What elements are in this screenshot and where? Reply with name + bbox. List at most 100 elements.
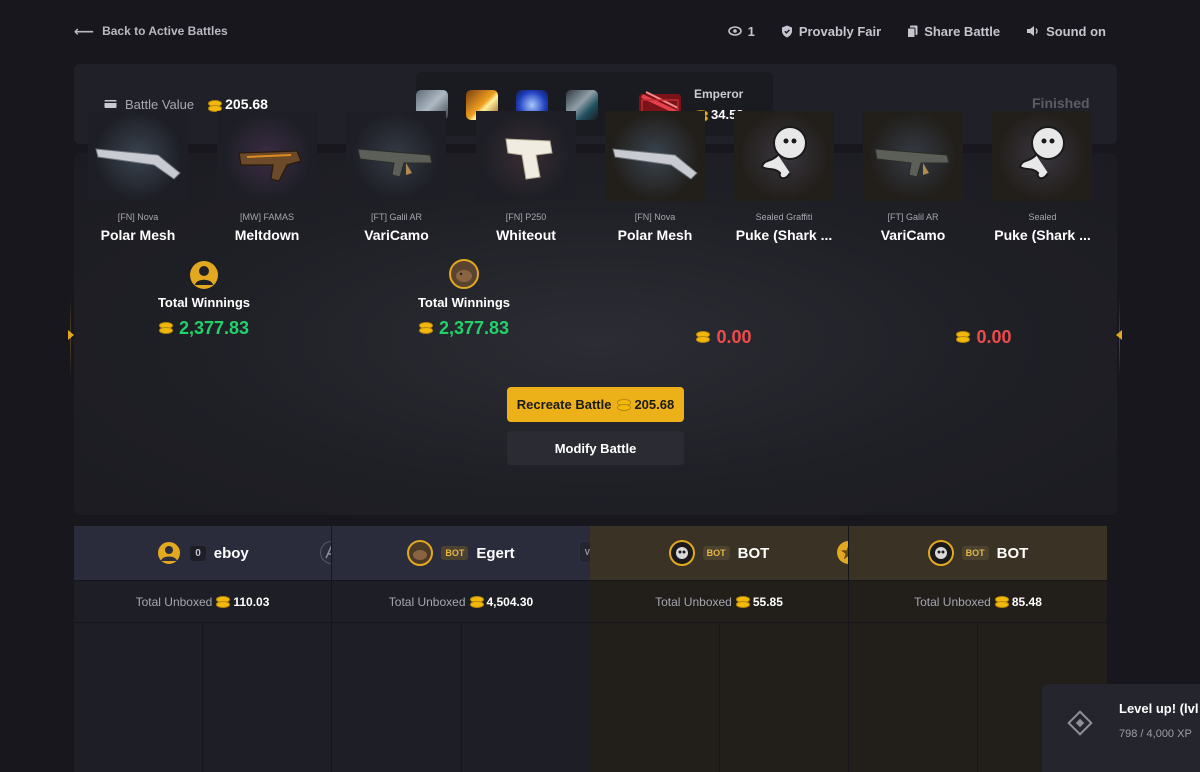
item-name: VariCamo <box>364 227 429 243</box>
graffiti-image <box>992 111 1092 201</box>
item-type: [FN] P250 <box>505 212 547 222</box>
modify-battle-button[interactable]: Modify Battle <box>507 431 684 465</box>
column-separator <box>977 623 978 772</box>
toast-title: Level up! (lvl <box>1119 701 1199 716</box>
row-separator <box>74 622 1107 623</box>
item-type: [FN] Nova <box>117 212 159 222</box>
capybara-avatar <box>407 540 434 566</box>
coin-icon <box>158 321 174 336</box>
column-separator <box>331 526 332 772</box>
coin-icon <box>696 330 711 345</box>
eye-icon <box>727 26 742 36</box>
diamond-icon <box>1067 710 1093 736</box>
arrow-left-icon: ⟵ <box>74 22 95 39</box>
player-level: 0 <box>190 545 206 561</box>
item-card[interactable]: Sealed Puke (Shark ... <box>978 97 1107 247</box>
share-battle-label: Share Battle <box>924 23 1001 39</box>
item-type: [FT] Galil AR <box>370 212 422 222</box>
user-avatar <box>156 540 183 566</box>
item-card[interactable]: [MW] FAMAS Meltdown <box>203 97 331 247</box>
total-unboxed: Total Unboxed 4,504.30 <box>388 594 534 609</box>
column-separator <box>202 623 203 772</box>
player-name: BOT <box>737 544 770 562</box>
player-header-egert: BOT Egert <box>332 526 590 580</box>
provably-fair-link[interactable]: Provably Fair <box>781 24 881 39</box>
sound-label: Sound on <box>1046 23 1106 39</box>
total-winnings-amount: 0.00 <box>884 327 1084 348</box>
recreate-battle-button[interactable]: Recreate Battle 205.68 <box>507 387 684 422</box>
user-avatar <box>190 261 218 289</box>
player-3-result: 0.00 <box>624 327 824 348</box>
capybara-avatar <box>449 259 479 289</box>
provably-fair-label: Provably Fair <box>798 23 882 39</box>
player-name: Egert <box>476 544 515 562</box>
arena-right-arrow-icon <box>1116 330 1122 340</box>
total-unboxed: Total Unboxed 55.85 <box>655 594 783 609</box>
column-separator <box>719 623 720 772</box>
total-winnings-amount: 0.00 <box>624 327 824 348</box>
share-battle-button[interactable]: Share Battle <box>907 24 1000 39</box>
bot-badge: BOT <box>441 546 469 560</box>
back-label: Back to Active Battles <box>102 24 228 38</box>
item-type: Sealed <box>1028 212 1057 222</box>
rifle-skin-image <box>217 111 317 201</box>
item-name: Whiteout <box>496 227 556 243</box>
coin-icon <box>994 596 1009 608</box>
viewer-count-value: 1 <box>747 23 755 39</box>
player-name: BOT <box>996 544 1029 562</box>
item-type: [FN] Nova <box>634 212 676 222</box>
coin-icon <box>216 596 231 608</box>
player-header-bot-1: BOT BOT <box>590 526 848 580</box>
column-separator <box>461 623 462 772</box>
item-name: Puke (Shark ... <box>994 227 1091 243</box>
total-winnings-label: Total Winnings <box>417 295 511 310</box>
bot-avatar <box>668 540 695 566</box>
toast-xp: 798 / 4,000 XP <box>1119 728 1192 740</box>
arena-left-arrow-icon <box>68 330 74 340</box>
item-type: Sealed Graffiti <box>755 212 813 222</box>
coin-icon <box>956 330 971 345</box>
item-card[interactable]: [FT] Galil AR VariCamo <box>332 97 461 247</box>
item-card[interactable]: [FN] P250 Whiteout <box>462 97 590 247</box>
speaker-icon <box>1027 26 1038 36</box>
item-name: Puke (Shark ... <box>735 227 833 243</box>
coin-icon <box>735 596 750 608</box>
coin-icon <box>418 321 434 336</box>
item-name: Meltdown <box>234 227 300 243</box>
shotgun-skin-image <box>88 111 188 201</box>
total-unboxed: Total Unboxed 85.48 <box>914 594 1042 609</box>
player-name: eboy <box>213 544 249 562</box>
row-separator <box>74 580 1107 581</box>
total-winnings-label: Total Winnings <box>157 295 251 310</box>
graffiti-image <box>734 111 834 201</box>
item-card[interactable]: [FT] Galil AR VariCamo <box>849 97 977 247</box>
top-bar: ⟵ Back to Active Battles 1 Provably Fair… <box>74 18 1106 44</box>
item-name: VariCamo <box>880 227 946 243</box>
player-2-result: Total Winnings 2,377.83 <box>364 259 564 339</box>
shotgun-skin-image <box>605 111 705 201</box>
rifle-skin-image <box>346 111 446 201</box>
total-winnings-amount: 2,377.83 <box>364 318 564 339</box>
sound-toggle[interactable]: Sound on <box>1026 24 1106 39</box>
player-4-result: 0.00 <box>884 327 1084 348</box>
pistol-skin-image <box>476 111 576 201</box>
viewer-count: 1 <box>727 23 755 39</box>
coin-icon <box>617 399 632 411</box>
bot-avatar <box>927 540 954 566</box>
bot-badge: BOT <box>702 546 730 560</box>
total-unboxed: Total Unboxed 110.03 <box>135 594 270 609</box>
level-up-toast[interactable]: Level up! (lvl 798 / 4,000 XP <box>1042 684 1200 772</box>
column-separator <box>848 526 849 772</box>
back-link[interactable]: ⟵ Back to Active Battles <box>74 23 228 40</box>
item-card[interactable]: [FN] Nova Polar Mesh <box>591 97 719 247</box>
copy-icon <box>907 25 918 38</box>
player-header-eboy: 0 eboy <box>74 526 331 580</box>
item-name: Polar Mesh <box>617 227 693 243</box>
item-type: [MW] FAMAS <box>240 212 294 222</box>
item-card[interactable]: [FN] Nova Polar Mesh <box>74 97 202 247</box>
coin-icon <box>469 596 484 608</box>
item-type: [FT] Galil AR <box>887 212 939 222</box>
shield-icon <box>781 25 792 37</box>
item-card[interactable]: Sealed Graffiti Puke (Shark ... <box>720 97 848 247</box>
total-winnings-amount: 2,377.83 <box>104 318 304 339</box>
